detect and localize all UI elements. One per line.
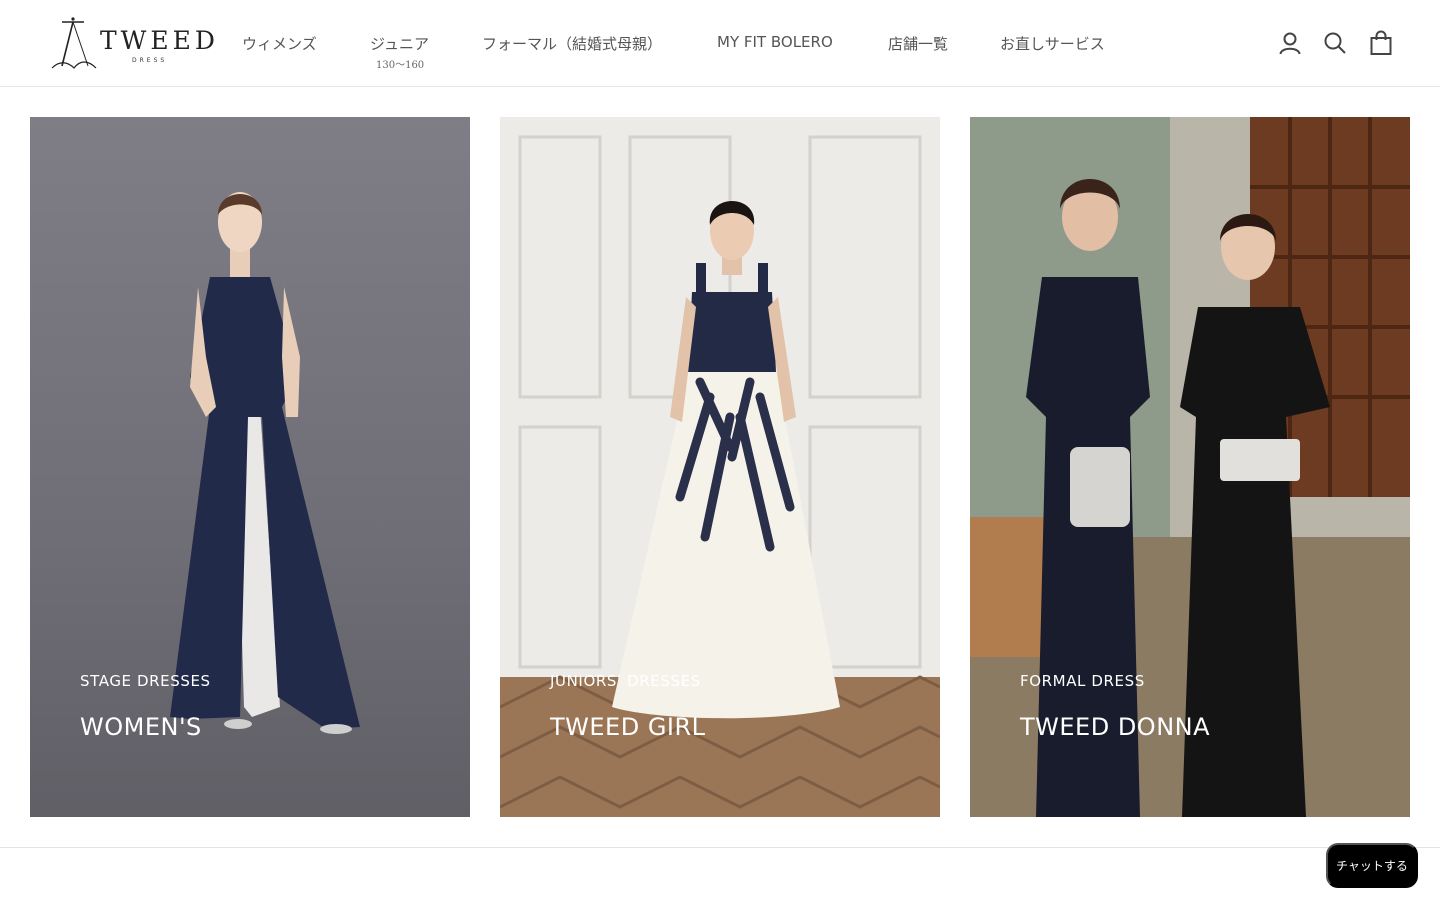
nav-stores[interactable]: 店舗一覧 xyxy=(888,33,948,54)
chat-button[interactable]: チャットする xyxy=(1326,843,1418,888)
site-header: TWEED DRESS ウィメンズ ジュニア 130～160 フォーマル（結婚式… xyxy=(0,0,1440,87)
collection-kicker: JUNIORS' DRESSES xyxy=(550,672,701,690)
womens-model-image xyxy=(30,117,470,817)
nav-junior-size-range: 130～160 xyxy=(376,60,425,71)
collection-title: TWEED DONNA xyxy=(1020,713,1211,741)
collection-card-tweed-donna[interactable]: FORMAL DRESS TWEED DONNA xyxy=(970,117,1410,817)
tweed-donna-model-image xyxy=(970,117,1410,817)
nav-alteration-service[interactable]: お直しサービス xyxy=(1000,33,1105,54)
logo-wordmark: TWEED xyxy=(100,26,219,55)
account-icon[interactable] xyxy=(1277,30,1303,56)
logo-tagline: DRESS xyxy=(132,57,168,64)
collection-kicker: STAGE DRESSES xyxy=(80,672,211,690)
search-icon[interactable] xyxy=(1322,30,1348,56)
section-divider xyxy=(0,847,1440,848)
collection-card-tweed-girl[interactable]: JUNIORS' DRESSES TWEED GIRL xyxy=(500,117,940,817)
nav-my-fit-bolero[interactable]: MY FIT BOLERO xyxy=(717,33,833,51)
collection-card-womens[interactable]: STAGE DRESSES WOMEN'S xyxy=(30,117,470,817)
collection-title: WOMEN'S xyxy=(80,713,202,741)
tweed-girl-model-image xyxy=(500,117,940,817)
cart-icon[interactable] xyxy=(1368,30,1394,56)
site-logo[interactable]: TWEED DRESS xyxy=(48,16,215,72)
collection-kicker: FORMAL DRESS xyxy=(1020,672,1145,690)
nav-junior[interactable]: ジュニア xyxy=(370,33,429,54)
logo-mark-icon xyxy=(51,17,97,69)
nav-formal[interactable]: フォーマル（結婚式母親） xyxy=(482,33,662,54)
nav-womens[interactable]: ウィメンズ xyxy=(242,33,317,54)
collection-title: TWEED GIRL xyxy=(550,713,706,741)
